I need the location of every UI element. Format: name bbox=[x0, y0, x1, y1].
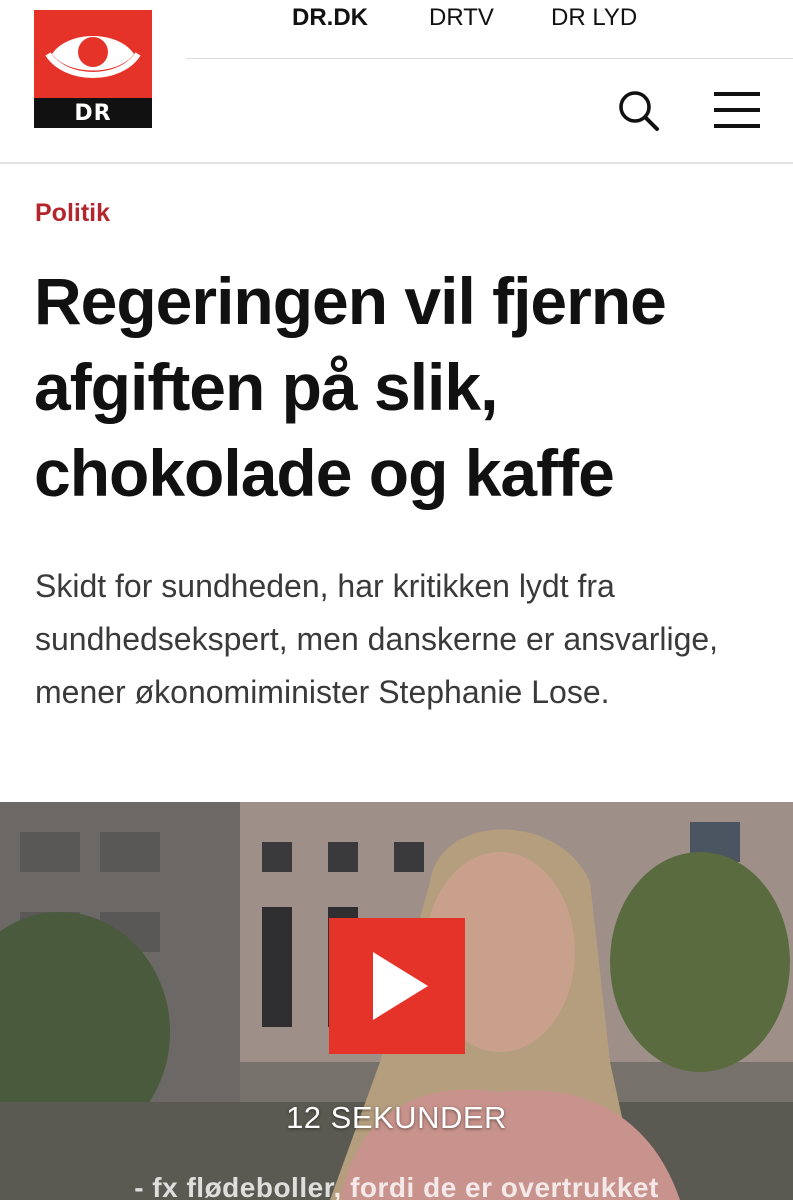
nav-dr-dk[interactable]: DR.DK bbox=[292, 4, 368, 32]
dr-logo[interactable]: DR bbox=[34, 10, 152, 128]
hamburger-menu-icon bbox=[714, 108, 760, 112]
article-headline: Regeringen vil fjerne afgiften på slik, … bbox=[34, 264, 667, 510]
nav-dr-lyd[interactable]: DR LYD bbox=[551, 4, 637, 32]
video-duration: 12 SEKUNDER bbox=[286, 1100, 507, 1135]
eye-logo-icon bbox=[45, 36, 141, 78]
menu-button[interactable] bbox=[712, 90, 762, 132]
search-button[interactable] bbox=[616, 88, 662, 134]
play-button[interactable] bbox=[329, 918, 465, 1054]
nav-drtv[interactable]: DRTV bbox=[429, 4, 494, 32]
section-kicker[interactable]: Politik bbox=[35, 199, 110, 228]
play-icon bbox=[373, 952, 428, 1020]
article-summary: Skidt for sundheden, har kritikken lydt … bbox=[35, 568, 719, 710]
hamburger-menu-icon bbox=[714, 92, 760, 96]
nav-divider bbox=[186, 58, 793, 59]
search-icon bbox=[619, 91, 659, 131]
logo-text: DR bbox=[34, 98, 152, 128]
site-header: DR DR.DK DRTV DR LYD bbox=[0, 0, 793, 164]
hamburger-menu-icon bbox=[714, 124, 760, 128]
video-subtitle: - fx flødeboller, fordi de er overtrukke… bbox=[134, 1172, 659, 1203]
